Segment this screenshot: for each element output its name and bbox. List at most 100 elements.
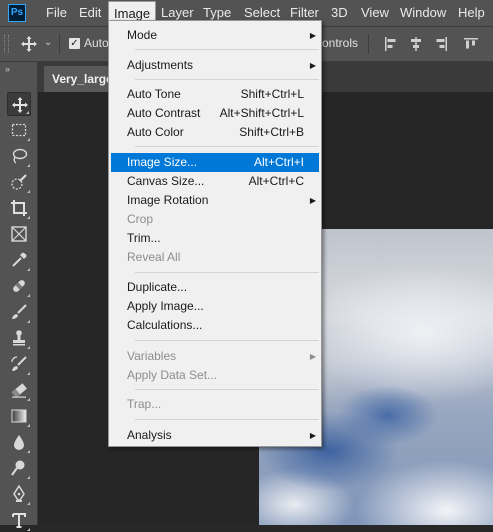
menu-item-mode[interactable]: Mode ▶ — [111, 26, 319, 45]
tools-panel: ›› — [0, 62, 38, 531]
menu-item-variables[interactable]: Variables ▶ — [111, 347, 319, 366]
dodge-tool[interactable] — [7, 456, 31, 480]
blur-tool[interactable] — [7, 430, 31, 454]
eyedropper-icon — [12, 252, 27, 267]
menu-item-canvas-size[interactable]: Canvas Size... Alt+Ctrl+C — [111, 172, 319, 191]
menu-item-duplicate[interactable]: Duplicate... — [111, 278, 319, 297]
menu-separator — [135, 272, 319, 273]
gradient-tool[interactable] — [7, 404, 31, 428]
eraser-icon — [11, 383, 27, 398]
marquee-icon — [11, 123, 27, 137]
submenu-arrow-icon: ▶ — [309, 196, 316, 205]
align-horizontal-centers-icon[interactable] — [408, 36, 424, 52]
options-bar-grip-icon[interactable] — [4, 35, 9, 53]
menu-item-auto-contrast[interactable]: Auto Contrast Alt+Shift+Ctrl+L — [111, 104, 319, 123]
menu-item-label: Image Size... — [127, 155, 198, 169]
menu-item-label: Duplicate... — [127, 280, 188, 294]
align-top-edges-icon[interactable] — [463, 36, 479, 52]
menu-view[interactable]: View — [356, 0, 394, 26]
tool-preset-move-icon[interactable] — [20, 35, 38, 53]
align-right-edges-icon[interactable] — [433, 36, 449, 52]
options-divider — [368, 34, 369, 54]
clone-stamp-icon — [13, 330, 25, 346]
eraser-tool[interactable] — [7, 378, 31, 402]
tool-group-indicator — [26, 111, 29, 114]
menu-item-label: Adjustments — [127, 58, 194, 72]
menu-item-label: Auto Tone — [127, 87, 181, 101]
tool-group-indicator — [27, 216, 30, 219]
quick-selection-tool[interactable] — [7, 170, 31, 194]
menu-window[interactable]: Window — [395, 0, 451, 26]
tool-group-indicator — [27, 190, 30, 193]
type-icon — [12, 513, 26, 528]
tool-preset-chevron-down-icon[interactable]: ⌄ — [44, 37, 52, 48]
menu-item-adjustments[interactable]: Adjustments ▶ — [111, 56, 319, 75]
collapse-panel-icon[interactable]: ›› — [5, 64, 10, 74]
menu-edit[interactable]: Edit — [74, 0, 106, 26]
menu-item-calculations[interactable]: Calculations... — [111, 316, 319, 335]
tool-group-indicator — [27, 502, 30, 505]
options-divider — [59, 34, 60, 54]
tool-group-indicator — [27, 268, 30, 271]
menu-item-label: Image Rotation — [127, 193, 209, 207]
marquee-tool[interactable] — [7, 118, 31, 142]
menu-separator — [135, 419, 319, 420]
tool-group-indicator — [27, 320, 30, 323]
menu-item-auto-color[interactable]: Auto Color Shift+Ctrl+B — [111, 123, 319, 142]
tool-group-indicator — [27, 346, 30, 349]
show-transform-controls-label: ontrols — [322, 36, 359, 50]
menu-separator — [135, 146, 319, 147]
type-tool[interactable] — [7, 508, 31, 532]
crop-tool[interactable] — [7, 196, 31, 220]
menu-item-auto-tone[interactable]: Auto Tone Shift+Ctrl+L — [111, 85, 319, 104]
pen-tool[interactable] — [7, 482, 31, 506]
menu-separator — [135, 49, 319, 50]
history-brush-icon — [11, 356, 27, 371]
menu-item-label: Apply Image... — [127, 299, 204, 313]
image-menu-dropdown: Mode ▶ Adjustments ▶ Auto Tone Shift+Ctr… — [108, 20, 322, 447]
menu-item-image-size[interactable]: Image Size... Alt+Ctrl+I — [111, 153, 319, 172]
dodge-icon — [11, 460, 25, 476]
menu-item-trap[interactable]: Trap... — [111, 395, 319, 414]
menu-item-apply-image[interactable]: Apply Image... — [111, 297, 319, 316]
menu-item-label: Auto Contrast — [127, 106, 201, 120]
menu-item-reveal-all[interactable]: Reveal All — [111, 248, 319, 267]
menu-separator — [135, 389, 319, 390]
pen-icon — [13, 485, 25, 502]
frame-tool[interactable] — [7, 222, 31, 246]
blur-icon — [14, 435, 24, 450]
menu-item-apply-data-set[interactable]: Apply Data Set... — [111, 366, 319, 385]
healing-brush-tool[interactable] — [7, 274, 31, 298]
submenu-arrow-icon: ▶ — [309, 31, 316, 40]
tool-group-indicator — [27, 450, 30, 453]
menu-item-analysis[interactable]: Analysis ▶ — [111, 426, 319, 445]
menu-item-shortcut: Alt+Shift+Ctrl+L — [219, 106, 304, 120]
menu-item-trim[interactable]: Trim... — [111, 229, 319, 248]
move-tool[interactable] — [7, 92, 31, 116]
eyedropper-tool[interactable] — [7, 248, 31, 272]
quick-selection-icon — [11, 174, 27, 190]
menu-item-image-rotation[interactable]: Image Rotation ▶ — [111, 191, 319, 210]
menu-item-label: Auto Color — [127, 125, 184, 139]
menu-item-label: Canvas Size... — [127, 174, 205, 188]
menu-help[interactable]: Help — [453, 0, 490, 26]
menu-item-label: Analysis — [127, 428, 172, 442]
tool-group-indicator — [27, 476, 30, 479]
tool-group-indicator — [27, 372, 30, 375]
submenu-arrow-icon: ▶ — [309, 61, 316, 70]
history-brush-tool[interactable] — [7, 352, 31, 376]
clone-stamp-tool[interactable] — [7, 326, 31, 350]
tool-group-indicator — [27, 294, 30, 297]
menu-item-label: Trim... — [127, 231, 161, 245]
auto-select-checkbox[interactable]: ✓ — [69, 38, 80, 49]
menu-3d[interactable]: 3D — [326, 0, 353, 26]
menu-separator — [135, 340, 319, 341]
menu-file[interactable]: File — [41, 0, 72, 26]
frame-icon — [11, 226, 27, 242]
align-left-edges-icon[interactable] — [383, 36, 399, 52]
menu-item-label: Mode — [127, 28, 158, 42]
menu-item-label: Calculations... — [127, 318, 203, 332]
lasso-tool[interactable] — [7, 144, 31, 168]
menu-item-crop[interactable]: Crop — [111, 210, 319, 229]
brush-tool[interactable] — [7, 300, 31, 324]
